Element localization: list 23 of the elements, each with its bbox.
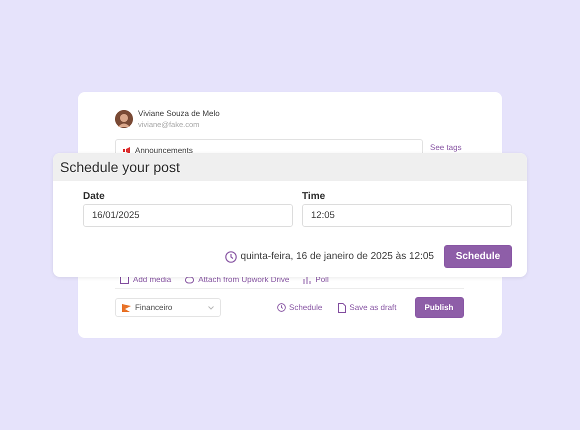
megaphone-icon bbox=[123, 146, 131, 154]
date-label: Date bbox=[83, 191, 106, 202]
chevron-icon bbox=[208, 306, 214, 310]
see-tags-link[interactable]: See tags bbox=[430, 142, 462, 152]
schedule-button[interactable]: Schedule bbox=[444, 245, 512, 268]
time-label: Time bbox=[302, 191, 326, 202]
attachment-button[interactable]: Add media bbox=[120, 275, 172, 284]
category-dropdown[interactable]: Financeiro bbox=[115, 298, 221, 317]
publish-button[interactable]: Publish bbox=[414, 297, 464, 318]
clock-icon bbox=[277, 303, 286, 312]
schedule-summary: quinta-feira, 16 de janeiro de 2025 às 12:05 bbox=[240, 251, 434, 262]
dialog-title: Schedule your post bbox=[60, 159, 180, 175]
time-field[interactable]: 12:05 bbox=[302, 204, 512, 227]
tag-value: Announcements bbox=[135, 146, 193, 154]
document-icon bbox=[338, 302, 346, 312]
avatar-icon bbox=[115, 110, 133, 128]
date-field[interactable]: 16/01/2025 bbox=[83, 204, 293, 227]
save-draft-link[interactable]: Save as draft bbox=[338, 302, 396, 312]
flag-icon bbox=[122, 304, 131, 312]
clock-icon bbox=[224, 250, 237, 262]
schedule-link[interactable]: Schedule bbox=[277, 303, 322, 312]
author-name: Viviane Souza de Melo bbox=[138, 109, 220, 118]
chart-icon bbox=[303, 276, 312, 284]
